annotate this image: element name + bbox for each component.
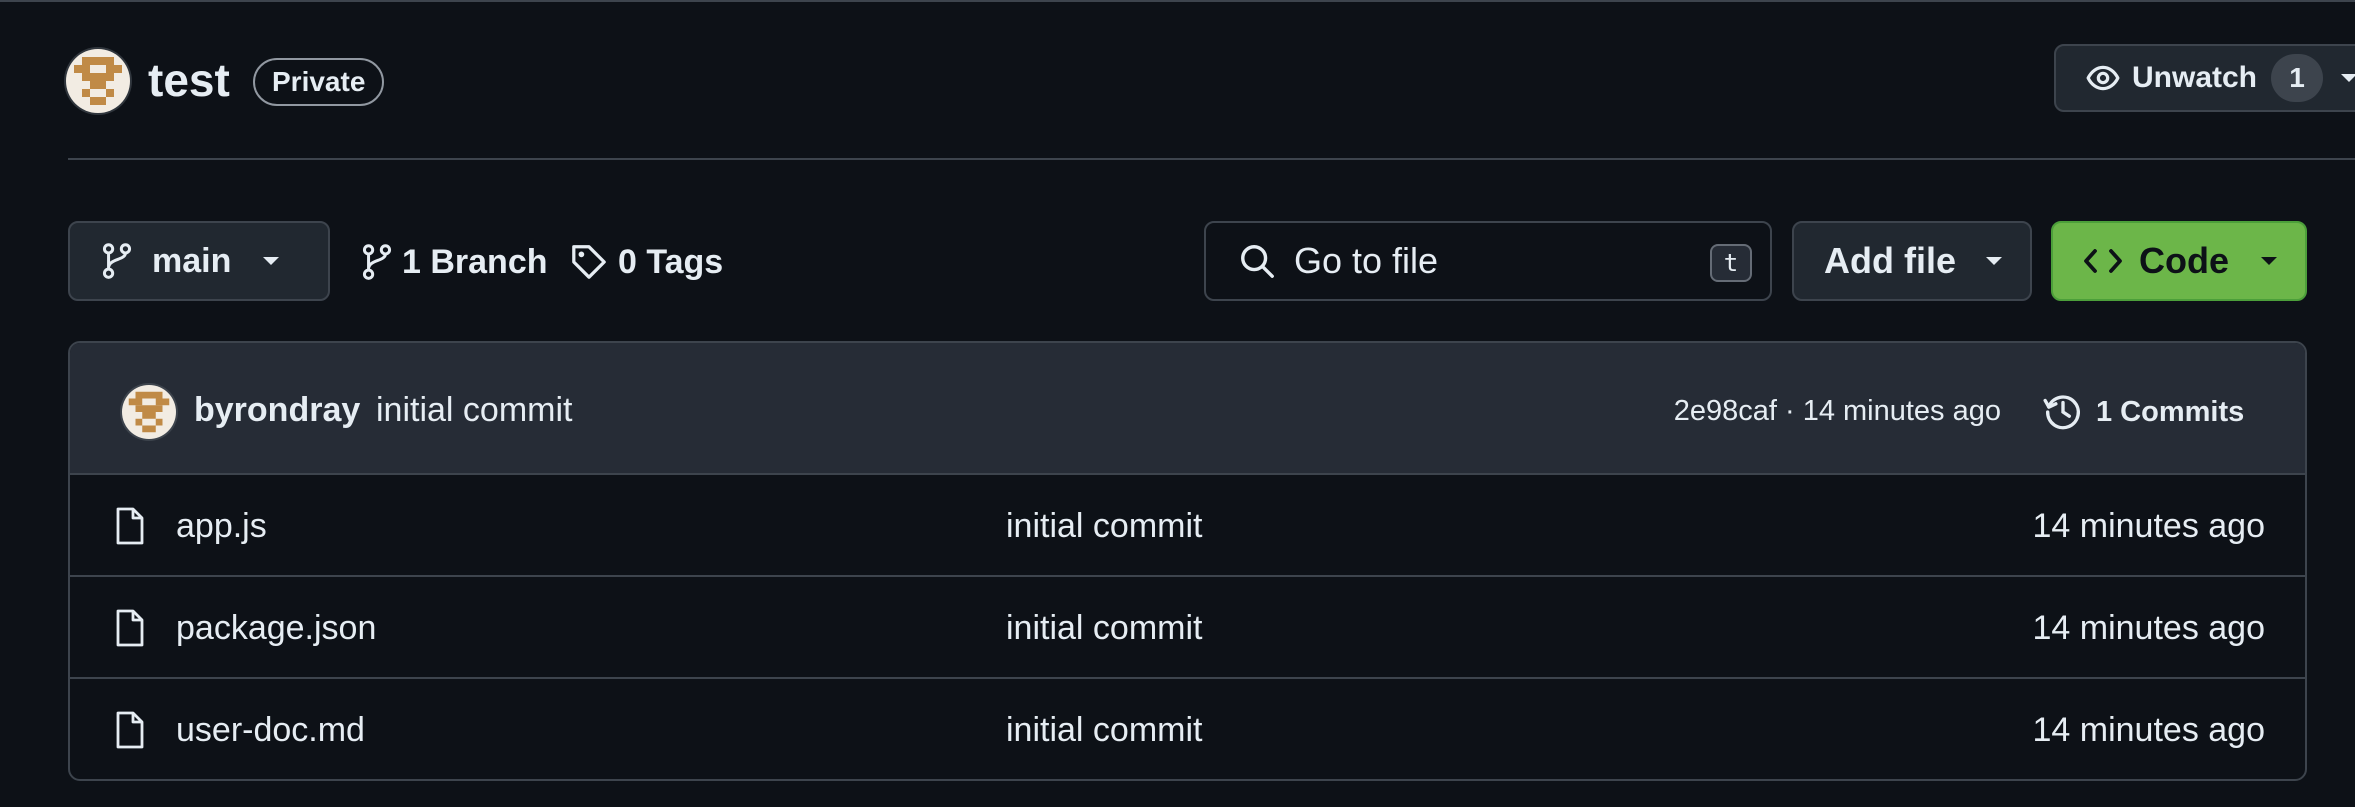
watchers-counter: 1: [2271, 54, 2324, 102]
file-icon: [114, 608, 146, 648]
commit-sha[interactable]: 2e98caf: [1674, 395, 1777, 427]
branches-link[interactable]: 1 Branch: [362, 234, 548, 290]
commits-history-link[interactable]: 1 Commits: [2042, 387, 2244, 437]
commit-meta: 2e98caf · 14 minutes ago: [1674, 395, 2001, 428]
branch-count-label: 1 Branch: [402, 242, 548, 281]
file-row[interactable]: user-doc.md initial commit 14 minutes ag…: [70, 679, 2305, 779]
file-commit-message[interactable]: initial commit: [1006, 507, 1202, 546]
meta-separator: ·: [1784, 395, 1795, 427]
code-icon: [2083, 245, 2123, 277]
caret-down-icon[interactable]: [2339, 72, 2355, 84]
search-input[interactable]: [1294, 240, 1694, 282]
unwatch-button[interactable]: Unwatch 1: [2054, 44, 2355, 112]
eye-icon: [2086, 61, 2120, 95]
file-icon: [114, 506, 146, 546]
keyboard-shortcut-hint: t: [1710, 244, 1752, 282]
branch-selector-button[interactable]: main: [68, 221, 330, 301]
file-row[interactable]: app.js initial commit 14 minutes ago: [70, 475, 2305, 577]
history-icon: [2042, 391, 2084, 433]
header-divider: [68, 158, 2355, 160]
file-browser: byrondray initial commit 2e98caf · 14 mi…: [68, 341, 2307, 781]
repo-header: test Private Unwatch 1: [0, 2, 2355, 160]
caret-down-icon: [2259, 255, 2279, 267]
repo-name[interactable]: test: [148, 52, 230, 108]
go-to-file-search[interactable]: t: [1204, 221, 1772, 301]
tags-link[interactable]: 0 Tags: [570, 234, 723, 290]
current-branch-label: main: [152, 241, 232, 280]
commit-author-avatar[interactable]: [122, 385, 176, 439]
file-commit-time: 14 minutes ago: [2032, 609, 2266, 647]
tag-count-label: 0 Tags: [618, 242, 724, 281]
code-button[interactable]: Code: [2051, 221, 2307, 301]
commit-author[interactable]: byrondray: [194, 391, 360, 430]
file-name-link[interactable]: user-doc.md: [176, 711, 365, 750]
file-commit-message[interactable]: initial commit: [1006, 711, 1202, 750]
visibility-badge: Private: [253, 58, 385, 106]
unwatch-label: Unwatch: [2132, 61, 2258, 94]
file-commit-time: 14 minutes ago: [2032, 711, 2266, 749]
caret-down-icon: [1984, 255, 2004, 267]
commit-message[interactable]: initial commit: [376, 391, 572, 430]
search-icon: [1238, 242, 1276, 280]
file-commit-message[interactable]: initial commit: [1006, 609, 1202, 648]
commits-count-label: 1 Commits: [2096, 395, 2245, 428]
git-branch-icon: [102, 242, 132, 280]
identicon-image: [74, 57, 122, 105]
add-file-button[interactable]: Add file: [1792, 221, 2032, 301]
git-branch-icon: [362, 243, 392, 281]
add-file-label: Add file: [1824, 240, 1956, 281]
latest-commit-bar: byrondray initial commit 2e98caf · 14 mi…: [70, 343, 2305, 475]
caret-down-icon: [261, 255, 281, 267]
commit-time: 14 minutes ago: [1802, 395, 2001, 427]
identicon-image: [128, 391, 170, 433]
file-icon: [114, 710, 146, 750]
code-label: Code: [2139, 240, 2229, 281]
owner-avatar[interactable]: [66, 49, 130, 113]
file-name-link[interactable]: package.json: [176, 609, 376, 648]
file-name-link[interactable]: app.js: [176, 507, 267, 546]
tag-icon: [570, 243, 608, 281]
file-row[interactable]: package.json initial commit 14 minutes a…: [70, 577, 2305, 679]
file-commit-time: 14 minutes ago: [2032, 507, 2266, 545]
